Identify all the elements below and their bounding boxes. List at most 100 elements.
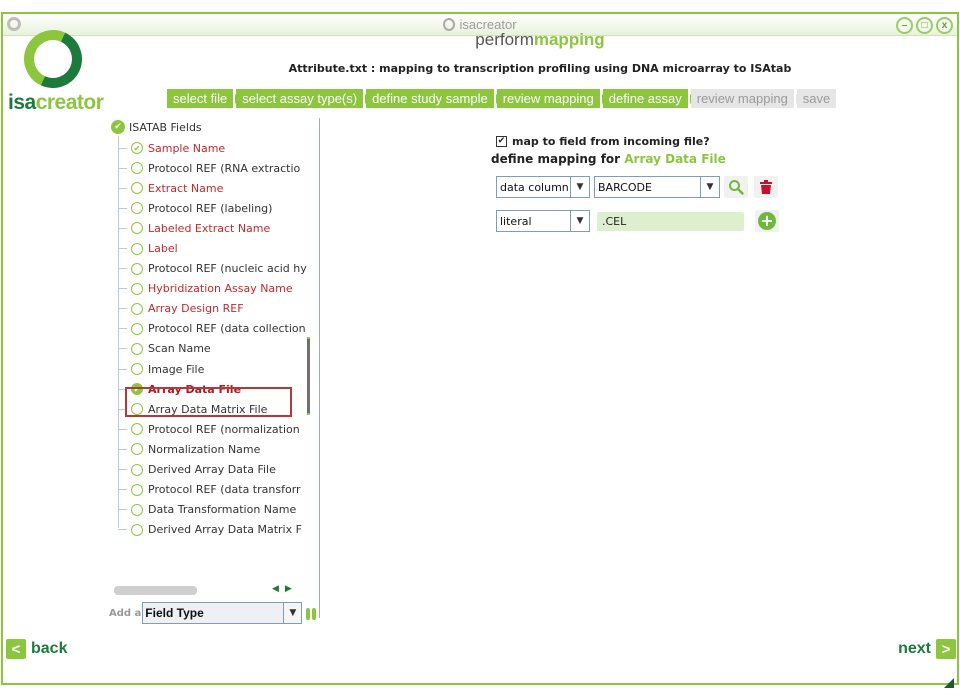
- plus-icon: +: [758, 212, 776, 230]
- chevron-left-icon: <: [6, 639, 26, 659]
- circle-icon: [131, 202, 143, 215]
- tree-item-label: Sample Name: [148, 141, 226, 155]
- tree-item[interactable]: Image File: [118, 359, 313, 379]
- tree-item[interactable]: Derived Array Data File: [118, 460, 313, 480]
- tree-item-label: Protocol REF (data transforr: [148, 483, 301, 497]
- logo-text-isa: isa: [8, 91, 36, 114]
- circle-icon: [131, 322, 143, 335]
- circle-icon: [131, 363, 143, 376]
- mapping-type-select[interactable]: data column ▼: [496, 176, 590, 198]
- tree-item-label: Protocol REF (RNA extractio: [148, 161, 301, 175]
- map-field-checkbox[interactable]: ✔: [496, 136, 507, 147]
- circle-icon: [131, 302, 143, 315]
- trash-icon: [760, 180, 772, 194]
- data-column-select[interactable]: BARCODE ▼: [594, 176, 720, 198]
- tree-root[interactable]: ✔ ISATAB Fields: [111, 120, 202, 134]
- add-mapping-button[interactable]: +: [755, 210, 779, 232]
- step-breadcrumb: select file select assay type(s) define …: [167, 89, 837, 108]
- step-define-assay: define assay: [602, 89, 695, 108]
- circle-icon: [131, 262, 143, 275]
- tree-item[interactable]: Extract Name: [118, 178, 313, 198]
- circle-icon: [131, 282, 143, 295]
- tree-item-label: Image File: [148, 362, 205, 376]
- circle-icon: [131, 182, 143, 195]
- circle-icon: [131, 443, 143, 456]
- chevron-right-icon: >: [936, 639, 956, 659]
- mapping-target-field: Array Data File: [624, 152, 726, 166]
- scroll-right-icon[interactable]: ▶: [285, 584, 298, 594]
- tree-item[interactable]: ✔ Sample Name: [118, 138, 313, 158]
- tree-item-label: Extract Name: [148, 181, 224, 195]
- tree-item[interactable]: Protocol REF (normalization: [118, 419, 313, 439]
- tree-item[interactable]: Normalization Name: [118, 439, 313, 459]
- tree-item-label: Protocol REF (data collection: [148, 322, 306, 336]
- page-title: performmapping: [475, 30, 605, 49]
- circle-icon: [131, 242, 143, 255]
- tree-item[interactable]: Derived Array Data Matrix F: [118, 520, 313, 540]
- tree-item[interactable]: Protocol REF (data collection: [118, 319, 313, 339]
- circle-icon: [131, 162, 143, 175]
- mapping-subtitle: Attribute.txt : mapping to transcription…: [288, 62, 792, 75]
- resize-grip-icon[interactable]: [944, 678, 954, 688]
- step-review-mapping-2: review mapping: [690, 89, 801, 108]
- circle-icon: [131, 483, 143, 496]
- tree-item-label: Protocol REF (nucleic acid hy: [148, 262, 307, 276]
- search-button[interactable]: [724, 176, 748, 198]
- tree-item-label: Protocol REF (labeling): [148, 201, 273, 215]
- tree-item-label: Data Transformation Name: [148, 503, 297, 517]
- circle-icon: [131, 423, 143, 436]
- delete-button[interactable]: [754, 176, 778, 198]
- tree-item[interactable]: Protocol REF (data transforr: [118, 480, 313, 500]
- check-circle-icon: ✔: [111, 120, 125, 134]
- step-select-assay-types: select assay type(s): [236, 89, 371, 108]
- tree-item-label: Label: [148, 242, 178, 256]
- circle-icon: [131, 222, 143, 235]
- tree-item-label: Protocol REF (normalization: [148, 422, 300, 436]
- tree-item-label: Array Design REF: [148, 302, 244, 316]
- add-field-icon[interactable]: [306, 606, 318, 620]
- add-field-row: Add a Field Type ▼: [109, 602, 318, 624]
- field-type-select[interactable]: Field Type ▼: [142, 602, 303, 624]
- step-save: save: [796, 89, 837, 108]
- horizontal-scrollbar[interactable]: [114, 586, 197, 595]
- circle-icon: [131, 503, 143, 516]
- step-select-file: select file: [167, 89, 241, 108]
- tree-item[interactable]: Label: [118, 238, 313, 258]
- next-button[interactable]: next >: [893, 639, 956, 659]
- tree-item[interactable]: Data Transformation Name: [118, 500, 313, 520]
- tree-item[interactable]: Labeled Extract Name: [118, 218, 313, 238]
- vertical-scrollbar[interactable]: [307, 337, 310, 415]
- tree-item-label: Derived Array Data Matrix F: [148, 523, 302, 537]
- selected-field-highlight: [125, 387, 292, 417]
- check-circle-icon: ✔: [131, 142, 143, 155]
- tree-item-label: Derived Array Data File: [148, 463, 276, 477]
- mapping-row: data column ▼ BARCODE ▼: [496, 176, 784, 198]
- tree-item-label: Hybridization Assay Name: [148, 282, 293, 296]
- tree-item[interactable]: Hybridization Assay Name: [118, 279, 313, 299]
- tree-item[interactable]: Scan Name: [118, 339, 313, 359]
- circle-icon: [131, 342, 143, 355]
- isatab-fields-tree: ✔ ISATAB Fields ✔ Sample Name Protocol REF…: [108, 118, 320, 618]
- tree-item[interactable]: Array Design REF: [118, 299, 313, 319]
- circle-icon: [131, 463, 143, 476]
- logo-text-creator: creator: [35, 91, 104, 114]
- tree-item-label: Normalization Name: [148, 442, 261, 456]
- mapping-type-select[interactable]: literal ▼: [496, 210, 590, 232]
- tree-item[interactable]: Protocol REF (labeling): [118, 198, 313, 218]
- tree-item[interactable]: Protocol REF (nucleic acid hy: [118, 259, 313, 279]
- chevron-down-icon[interactable]: ▼: [570, 211, 589, 231]
- search-icon: [729, 180, 744, 195]
- tree-item[interactable]: Protocol REF (RNA extractio: [118, 158, 313, 178]
- chevron-down-icon[interactable]: ▼: [570, 177, 589, 197]
- tree-item-label: Labeled Extract Name: [148, 221, 271, 235]
- chevron-down-icon[interactable]: ▼: [700, 177, 719, 197]
- step-review-mapping: review mapping: [496, 89, 607, 108]
- scroll-left-icon[interactable]: ◀: [272, 584, 285, 594]
- circle-icon: [131, 523, 143, 536]
- literal-value-input[interactable]: [597, 211, 744, 231]
- tree-item-label: Scan Name: [148, 342, 211, 356]
- mapping-row: literal ▼ +: [496, 210, 779, 232]
- mapping-panel: ✔ map to field from incoming file? defin…: [491, 135, 779, 232]
- back-button[interactable]: < back: [6, 639, 72, 659]
- chevron-down-icon[interactable]: ▼: [283, 603, 302, 623]
